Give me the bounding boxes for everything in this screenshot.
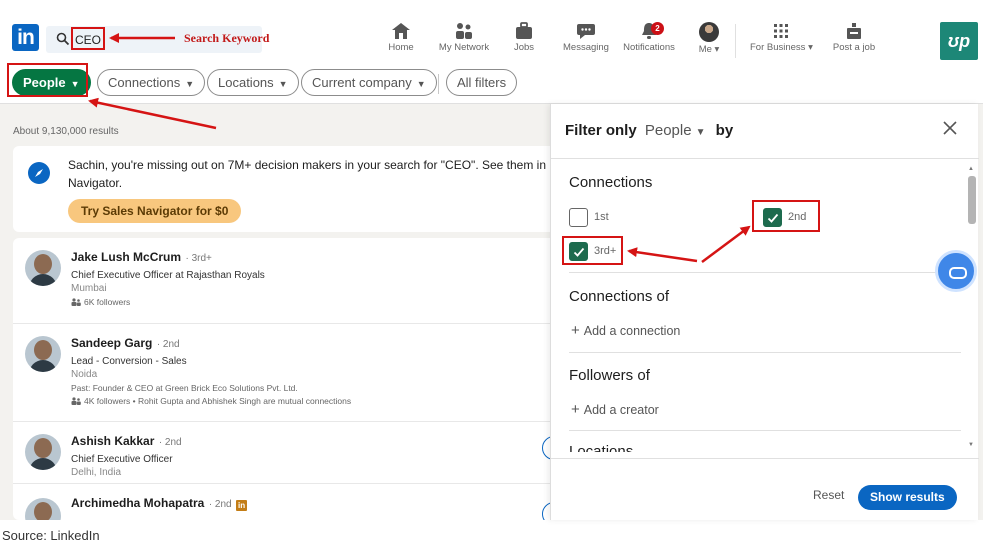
person-name[interactable]: Archimedha Mohapatra — [71, 496, 204, 510]
checkbox-1st[interactable] — [569, 208, 588, 227]
filter-bar: People ▼ Connections ▼ Locations ▼ Current … — [0, 62, 983, 104]
annotation-box-people — [7, 63, 88, 97]
annotation-box-3rd — [562, 236, 623, 265]
annotation-box-search — [71, 27, 105, 50]
home-icon — [392, 23, 410, 39]
scroll-thumb[interactable] — [968, 176, 976, 224]
connections-filter-pill[interactable]: Connections ▼ — [97, 69, 206, 96]
avatar[interactable] — [25, 336, 61, 372]
nav-divider — [735, 24, 736, 58]
person-name[interactable]: Jake Lush McCrum — [71, 250, 181, 264]
linkedin-logo[interactable]: in — [12, 24, 39, 51]
search-icon — [56, 32, 70, 46]
panel-title: Filter only People ▼ by — [565, 122, 734, 139]
person-location: Mumbai — [71, 283, 107, 294]
nav-home[interactable]: Home — [386, 22, 416, 58]
compass-icon — [28, 162, 50, 184]
filter-divider — [438, 74, 439, 94]
filter-panel: Filter only People ▼ by Connections 1st 2… — [550, 104, 979, 520]
floating-assistant-icon[interactable] — [935, 250, 977, 292]
divider — [551, 158, 979, 159]
avatar[interactable] — [25, 434, 61, 470]
caret-down-icon[interactable]: ▼ — [696, 127, 706, 138]
avatar-icon — [699, 22, 719, 42]
person-name[interactable]: Sandeep Garg — [71, 336, 152, 350]
person-location: Delhi, India — [71, 467, 122, 478]
divider — [569, 430, 961, 431]
all-filters-pill[interactable]: All filters — [446, 69, 518, 96]
caret-down-icon: ▼ — [185, 79, 195, 89]
nav-jobs[interactable]: Jobs — [511, 22, 537, 58]
reset-button[interactable]: Reset — [813, 488, 844, 502]
avatar[interactable] — [25, 250, 61, 286]
locations-section-title: Locations — [569, 443, 634, 452]
scroll-up-icon[interactable]: ▲ — [968, 166, 974, 172]
nav-messaging[interactable]: Messaging — [561, 22, 611, 58]
person-headline: Lead - Conversion - Sales — [71, 356, 187, 367]
network-icon — [456, 23, 472, 39]
person-headline: Chief Executive Officer — [71, 454, 173, 465]
connection-degree: · 2nd — [156, 339, 180, 350]
sales-navigator-promo: Sachin, you're missing out on 7M+ decisi… — [13, 146, 558, 232]
mutual-connections: 4K followers • Rohit Gupta and Abhishek … — [84, 396, 352, 406]
list-item[interactable]: Archimedha Mohapatra · 2nd in — [13, 484, 558, 520]
list-item[interactable]: Jake Lush McCrum · 3rd+ Chief Executive … — [13, 238, 558, 324]
nav-for-business[interactable]: For Business ▾ — [750, 22, 813, 58]
panel-scrollbar[interactable]: ▲ ▼ — [967, 166, 977, 452]
post-job-icon — [847, 23, 861, 39]
connection-degree: · 3rd+ — [185, 253, 212, 264]
people-icon — [71, 397, 81, 405]
current-company-filter-pill[interactable]: Current company ▼ — [301, 69, 437, 96]
locations-filter-pill[interactable]: Locations ▼ — [207, 69, 299, 96]
person-past-role: Past: Founder & CEO at Green Brick Eco S… — [71, 383, 298, 393]
person-headline: Chief Executive Officer at Rajasthan Roy… — [71, 270, 265, 281]
entity-type-select[interactable]: People — [645, 122, 692, 139]
grid-icon — [774, 24, 788, 38]
plus-icon: + — [571, 401, 580, 418]
caret-down-icon: ▼ — [278, 79, 288, 89]
option-1st[interactable]: 1st — [569, 208, 629, 228]
message-icon — [577, 24, 595, 39]
top-navigation: in Home My Network Jobs Messaging 2 Noti… — [0, 0, 983, 62]
list-item[interactable]: Ashish Kakkar · 2nd Chief Executive Offi… — [13, 422, 558, 484]
connections-section-title: Connections — [569, 174, 653, 191]
connections-of-section-title: Connections of — [569, 288, 670, 305]
avatar[interactable] — [25, 498, 61, 520]
list-item[interactable]: Sandeep Garg · 2nd Lead - Conversion - S… — [13, 324, 558, 422]
divider — [569, 352, 961, 353]
show-results-button[interactable]: Show results — [858, 485, 957, 510]
followers-count: 6K followers — [84, 297, 131, 307]
connection-degree: · 2nd — [208, 499, 232, 510]
notification-badge: 2 — [651, 22, 664, 35]
divider — [569, 272, 961, 273]
linkedin-premium-icon: in — [236, 500, 248, 511]
try-sales-navigator-button[interactable]: Try Sales Navigator for $0 — [68, 199, 242, 223]
add-connection-link[interactable]: + Add a connection — [571, 322, 680, 339]
nav-post-a-job[interactable]: Post a job — [832, 22, 876, 58]
annotation-box-2nd — [752, 200, 820, 232]
divider — [551, 458, 979, 459]
results-count: About 9,130,000 results — [13, 126, 119, 137]
image-caption: Source: LinkedIn — [2, 528, 100, 543]
results-list: Jake Lush McCrum · 3rd+ Chief Executive … — [13, 238, 558, 520]
followers-of-section-title: Followers of — [569, 367, 650, 384]
upwork-logo: ʊp — [940, 22, 978, 60]
person-location: Noida — [71, 369, 98, 380]
scroll-down-icon[interactable]: ▼ — [968, 442, 974, 448]
nav-notifications[interactable]: 2 Notifications — [620, 22, 678, 58]
annotation-search-keyword: Search Keyword — [184, 31, 270, 45]
close-icon[interactable] — [940, 118, 960, 138]
nav-me[interactable]: Me ▾ — [696, 22, 722, 58]
people-icon — [71, 298, 81, 306]
plus-icon: + — [571, 322, 580, 339]
connection-degree: · 2nd — [158, 437, 182, 448]
nav-my-network[interactable]: My Network — [436, 22, 492, 58]
person-name[interactable]: Ashish Kakkar — [71, 434, 154, 448]
caret-down-icon: ▼ — [416, 79, 426, 89]
briefcase-icon — [516, 22, 532, 39]
add-creator-link[interactable]: + Add a creator — [571, 401, 659, 418]
promo-text: Sachin, you're missing out on 7M+ decisi… — [68, 158, 547, 190]
